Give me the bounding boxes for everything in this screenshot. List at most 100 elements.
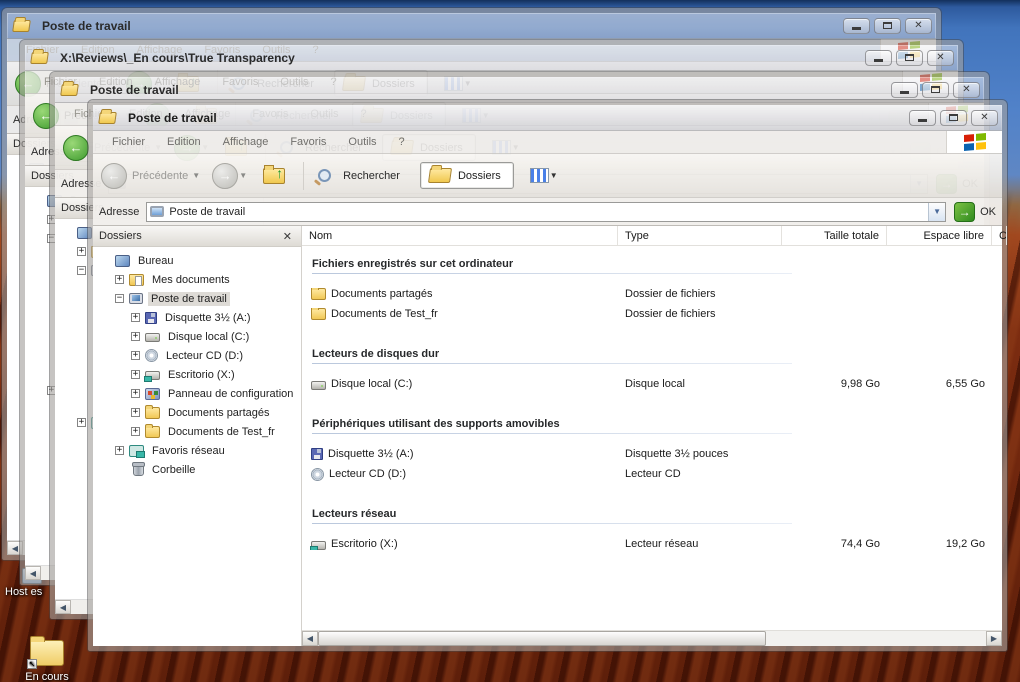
group-header: Lecteurs de disques dur [312, 348, 1002, 364]
search-button[interactable]: Rechercher [312, 169, 406, 182]
tree-item[interactable]: − Poste de travail [93, 289, 301, 308]
search-icon [318, 169, 332, 182]
tree-item[interactable]: Corbeille [93, 460, 301, 479]
tree-item[interactable]: Bureau [93, 251, 301, 270]
file-item-name: Escritorio (X:) [331, 538, 398, 550]
menu-outils[interactable]: Outils [337, 136, 387, 148]
tree-expander-icon[interactable]: + [131, 389, 140, 398]
column-header-espace[interactable]: Espace libre [887, 226, 992, 245]
file-item-size: 74,4 Go [840, 538, 880, 550]
tree-expander-icon[interactable]: + [131, 332, 140, 341]
maximize-button[interactable] [874, 17, 901, 34]
horizontal-scrollbar[interactable]: ◀ ▶ [302, 630, 1002, 646]
tree-item[interactable]: + Disque local (C:) [93, 327, 301, 346]
minimize-button[interactable] [865, 49, 892, 66]
forward-dropdown-icon[interactable]: ▼ [239, 171, 247, 180]
maximize-button[interactable] [896, 49, 923, 66]
go-label: OK [980, 205, 996, 218]
menu-affichage[interactable]: Affichage [212, 136, 280, 148]
file-item-row[interactable]: Escritorio (X:) Lecteur réseau 74,4 Go 19,2… [302, 534, 1002, 554]
group-header-line [312, 273, 792, 274]
tree-expander-icon[interactable]: + [115, 446, 124, 455]
close-button[interactable]: ✕ [971, 109, 998, 126]
column-header-nom[interactable]: Nom [302, 226, 618, 245]
views-dropdown-icon[interactable]: ▼ [550, 171, 558, 180]
minimize-button[interactable] [909, 109, 936, 126]
tree-item[interactable]: + Escritorio (X:) [93, 365, 301, 384]
menu-edition[interactable]: Edition [156, 136, 212, 148]
title-bar[interactable]: Poste de travail ✕ [93, 105, 1002, 131]
back-button[interactable]: ← [63, 134, 89, 161]
group-header: Périphériques utilisant des supports amo… [312, 418, 1002, 434]
tree-item-label: Lecteur CD (D:) [166, 349, 244, 362]
file-item-name: Disquette 3½ (A:) [328, 448, 414, 460]
tree-item[interactable]: + Mes documents [93, 270, 301, 289]
folders-panel-close-icon[interactable]: ✕ [280, 230, 295, 243]
scroll-left-icon[interactable]: ◀ [302, 631, 318, 646]
my-computer-icon [150, 206, 165, 217]
netdrive-icon [310, 540, 326, 550]
tree-expander-icon[interactable]: + [131, 313, 140, 322]
tree-item-label: Disquette 3½ (A:) [165, 311, 251, 324]
views-button[interactable] [529, 168, 549, 183]
close-button[interactable]: ✕ [905, 17, 932, 34]
desktop-icon [115, 254, 130, 267]
column-header-extra[interactable]: C [992, 226, 1007, 245]
tree-expander-icon[interactable]: − [115, 294, 124, 303]
tree-item[interactable]: + Documents partagés [93, 403, 301, 422]
tree-item-label: Escritorio (X:) [168, 368, 235, 381]
tree-item-label: Disque local (C:) [168, 330, 250, 343]
address-input[interactable]: Poste de travail ▼ [146, 201, 947, 222]
menu-aide[interactable]: ? [388, 136, 416, 148]
tree-expander-icon[interactable]: + [131, 370, 140, 379]
column-header-type[interactable]: Type [618, 226, 782, 245]
go-button[interactable]: → [954, 201, 976, 222]
tree-item[interactable]: + Favoris réseau [93, 441, 301, 460]
file-item-row[interactable]: Documents partagés Dossier de fichiers [302, 284, 1002, 304]
drive-icon [311, 380, 326, 390]
file-item-row[interactable]: Disquette 3½ (A:) Disquette 3½ pouces [302, 444, 1002, 464]
maximize-button[interactable] [940, 109, 967, 126]
file-item-row[interactable]: Disque local (C:) Disque local 9,98 Go 6,55… [302, 374, 1002, 394]
scrollbar-thumb[interactable] [318, 631, 766, 646]
close-button[interactable]: ✕ [927, 49, 954, 66]
maximize-button[interactable] [922, 81, 949, 98]
file-item-row[interactable]: Lecteur CD (D:) Lecteur CD [302, 464, 1002, 484]
tree-expander-icon[interactable]: − [77, 266, 86, 275]
title-bar[interactable]: Poste de travail ✕ [7, 13, 936, 39]
tree-expander-icon[interactable]: + [77, 418, 86, 427]
menu-fichier[interactable]: Fichier [101, 136, 156, 148]
windows-flag-icon [963, 132, 986, 152]
tree-expander-icon[interactable]: + [77, 247, 86, 256]
scroll-right-icon[interactable]: ▶ [986, 631, 1002, 646]
tree-expander-icon[interactable]: + [115, 275, 124, 284]
desktop-icon-en-cours[interactable]: ↖ En cours [22, 636, 72, 682]
forward-button[interactable]: → [212, 162, 239, 189]
folder-icon [145, 404, 160, 419]
scroll-left-icon[interactable]: ◀ [25, 566, 41, 580]
tree-expander-icon[interactable]: + [131, 408, 140, 417]
up-folder-button[interactable] [263, 164, 286, 184]
address-dropdown-button[interactable]: ▼ [928, 202, 946, 221]
tree-expander-icon[interactable]: + [131, 351, 140, 360]
tree-item[interactable]: + Panneau de configuration [93, 384, 301, 403]
minimize-button[interactable] [891, 81, 918, 98]
tree-item-label: Corbeille [152, 463, 196, 476]
menu-favoris[interactable]: Favoris [279, 136, 337, 148]
group-header: Fichiers enregistrés sur cet ordinateur [312, 258, 1002, 274]
minimize-button[interactable] [843, 17, 870, 34]
tree-item[interactable]: + Lecteur CD (D:) [93, 346, 301, 365]
column-header-taille[interactable]: Taille totale [782, 226, 887, 245]
tree-item[interactable]: + Disquette 3½ (A:) [93, 308, 301, 327]
file-item-row[interactable]: Documents de Test_fr Dossier de fichiers [302, 304, 1002, 324]
tree-item[interactable]: + Documents de Test_fr [93, 422, 301, 441]
tree-expander-icon[interactable]: + [131, 427, 140, 436]
title-bar[interactable]: X:\Reviews\_En cours\True Transparency ✕ [25, 45, 958, 71]
back-dropdown-icon[interactable]: ▼ [192, 171, 200, 180]
folders-button[interactable]: Dossiers [419, 162, 514, 189]
file-item-type: Lecteur CD [625, 468, 681, 480]
close-button[interactable]: ✕ [953, 81, 980, 98]
scroll-left-icon[interactable]: ◀ [55, 600, 71, 614]
back-button[interactable]: ← [101, 162, 127, 189]
address-label: Adresse [99, 205, 140, 218]
